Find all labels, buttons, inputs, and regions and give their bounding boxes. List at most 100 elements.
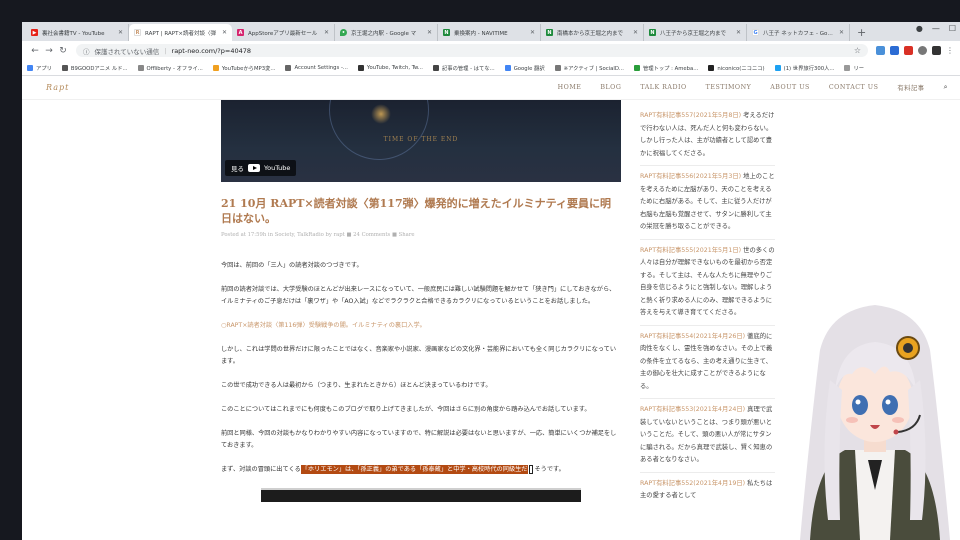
tab-appstore[interactable]: A AppStoreアプリ最新セール ✕ [232, 24, 335, 41]
menu-icon[interactable]: ⋮ [946, 46, 954, 55]
tab-title: RAPT | RAPT×読者対談〈弾 [145, 30, 217, 37]
sidebar-post-link[interactable]: RAPT有料記事555(2021年5月1日) [640, 247, 741, 254]
address-bar[interactable]: ⓘ 保護されていない通信 | rapt-neo.com/?p=40478 ☆ [76, 44, 868, 57]
paragraph: 前回と同様、今回の対談もかなりわかりやすい内容になっていますので、特に解説は必要… [221, 430, 617, 449]
divider [640, 398, 775, 399]
sidebar-post-link[interactable]: RAPT有料記事557(2021年5月8日) [640, 112, 741, 119]
bookmark-apps[interactable]: アプリ [27, 64, 52, 72]
bookmark-icon [212, 64, 219, 71]
maximize-icon[interactable]: ☐ [949, 24, 956, 33]
extension-icon[interactable] [904, 46, 913, 55]
paragraph: しかし、これは学問の世界だけに限ったことではなく、音楽家や小説家、漫画家などの文… [221, 346, 617, 365]
extension-icon[interactable] [890, 46, 899, 55]
tab-title: 南橋本から京王堀之内まで [557, 30, 624, 37]
video-embed[interactable]: TIME OF THE END 見る YouTube [221, 100, 621, 182]
bookmark-item[interactable]: YouTube, Twitch, Tw... [357, 64, 423, 71]
bookmark-item[interactable]: 管理トップ : Ameba... [633, 64, 698, 72]
site-header: Rapt HOME BLOG TALK RADIO TESTIMONY ABOU… [22, 76, 960, 100]
tab-maps[interactable]: • 京王堀之内駅 - Google マ ✕ [335, 24, 438, 41]
related-article-link[interactable]: ○RAPT×読者対談〈第116弾〉受験戦争の闇。イルミナティの裏口入学。 [221, 322, 426, 329]
search-icon[interactable]: ⌕ [944, 83, 948, 92]
nav-testimony[interactable]: TESTIMONY [706, 84, 752, 91]
article-title: 21 10月 RAPT×読者対談〈第117弾〉爆発的に増えたイルミナティ要員に明… [221, 196, 621, 226]
tab-title: 八王子から京王堀之内まで [660, 30, 727, 37]
nav-talk-radio[interactable]: TALK RADIO [640, 84, 686, 91]
bookmark-item[interactable]: YouTubeからMP3変... [212, 64, 275, 72]
extension-icon[interactable] [876, 46, 885, 55]
bookmark-item[interactable]: (1) 世界旅行300人... [774, 64, 834, 72]
paragraph: この世で成功できる人は最初から（つまり、生まれたときから）ほとんど決まっているわ… [221, 382, 492, 389]
nav-about-us[interactable]: ABOUT US [770, 84, 810, 91]
close-icon[interactable]: ✕ [427, 29, 432, 36]
bookmark-icon [137, 64, 144, 71]
bookmark-item[interactable]: Offliberty - オフライ... [137, 64, 203, 72]
close-icon[interactable]: ✕ [324, 29, 329, 36]
bookmark-item[interactable]: Account Settings -... [285, 64, 348, 71]
bookmark-item[interactable]: niconico(ニコニコ) [708, 64, 765, 72]
nav-blog[interactable]: BLOG [600, 84, 621, 91]
sidebar-post-link[interactable]: RAPT有料記事556(2021年5月3日) [640, 173, 741, 180]
nav-contact-us[interactable]: CONTACT US [829, 84, 879, 91]
close-icon[interactable]: ✕ [633, 29, 638, 36]
minimize-icon[interactable]: — [932, 24, 940, 33]
back-icon[interactable]: ← [28, 46, 42, 56]
nav-home[interactable]: HOME [558, 84, 582, 91]
bookmark-item[interactable]: B9GOODアニメ ルド... [61, 64, 128, 72]
profile-icon[interactable]: ● [916, 24, 923, 33]
bookmark-item[interactable]: 記事の管理 - はてな... [432, 64, 495, 72]
new-tab-button[interactable]: + [857, 24, 866, 41]
nav-paid-articles[interactable]: 有料記事 [897, 83, 924, 92]
article-body: 今回は、前回の「三人」の読者対談のつづきです。 前回の読者対談では、大学受験のほ… [221, 260, 621, 502]
info-icon[interactable]: ⓘ [83, 46, 90, 56]
tab-navitime-2[interactable]: N 南橋本から京王堀之内まで ✕ [541, 24, 644, 41]
window-controls: ● — ☐ [916, 24, 956, 33]
star-icon[interactable]: ☆ [854, 46, 861, 55]
character-avatar [800, 305, 950, 540]
sidebar-post[interactable]: RAPT有料記事554(2021年4月26日) 徹底的に肉性をなくし、霊性を強め… [640, 331, 775, 394]
sidebar-post-link[interactable]: RAPT有料記事553(2021年4月24日) [640, 406, 745, 413]
bookmarks-bar: アプリ B9GOODアニメ ルド... Offliberty - オフライ...… [22, 60, 960, 76]
close-icon[interactable]: ✕ [118, 29, 123, 36]
sidebar-post-link[interactable]: RAPT有料記事554(2021年4月26日) [640, 333, 745, 340]
bookmark-item[interactable]: ※アクティブ | SocialD... [554, 64, 624, 72]
maps-icon: • [340, 29, 347, 36]
bookmark-icon [708, 64, 715, 71]
sidebar: RAPT有料記事557(2021年5月8日) 考えるだけで行わない人は、死んだ人… [640, 110, 775, 508]
bookmark-item[interactable]: リー [844, 64, 864, 72]
tab-title: 京王堀之内駅 - Google マ [351, 30, 417, 37]
youtube-icon: ▶ [31, 29, 38, 36]
forward-icon[interactable]: → [42, 46, 56, 56]
extension-icon[interactable] [932, 46, 941, 55]
navitime-icon: N [443, 29, 450, 36]
watch-on-youtube-button[interactable]: 見る YouTube [225, 160, 297, 176]
tab-navitime-3[interactable]: N 八王子から京王堀之内まで ✕ [644, 24, 747, 41]
sidebar-post[interactable]: RAPT有料記事553(2021年4月24日) 真理で武装していないということは… [640, 404, 775, 467]
close-icon[interactable]: ✕ [839, 29, 844, 36]
url-text: rapt-neo.com/?p=40478 [171, 46, 252, 55]
reload-icon[interactable]: ↻ [56, 46, 70, 56]
tab-title: 八王子 ネットカフェ - Google [763, 30, 836, 37]
toolbar: ← → ↻ ⓘ 保護されていない通信 | rapt-neo.com/?p=404… [22, 41, 960, 60]
bookmark-icon [504, 64, 511, 71]
sidebar-post[interactable]: RAPT有料記事552(2021年4月19日) 私たちは主の愛する者として [640, 478, 775, 503]
tab-navitime-1[interactable]: N 乗換案内 - NAVITIME ✕ [438, 24, 541, 41]
navitime-icon: N [649, 29, 656, 36]
sidebar-post-link[interactable]: RAPT有料記事552(2021年4月19日) [640, 480, 745, 487]
bookmark-icon [554, 64, 561, 71]
sidebar-post[interactable]: RAPT有料記事557(2021年5月8日) 考えるだけで行わない人は、死んだ人… [640, 110, 775, 160]
bookmark-item[interactable]: Google 翻訳 [504, 64, 545, 72]
sidebar-post[interactable]: RAPT有料記事555(2021年5月1日) 世の多くの人々は自分が理解できない… [640, 245, 775, 320]
close-icon[interactable]: ✕ [222, 29, 227, 36]
tab-rapt[interactable]: R RAPT | RAPT×読者対談〈弾 ✕ [129, 24, 232, 41]
tab-youtube[interactable]: ▶ 裏社会書籍TV - YouTube ✕ [26, 24, 129, 41]
paragraph: まず、対談の冒頭に出てくる「ホリエモン」は、「孫正義」の弟である「孫泰蔵」と中学… [221, 464, 621, 476]
extension-icon[interactable] [918, 46, 927, 55]
site-logo[interactable]: Rapt [46, 83, 69, 92]
close-icon[interactable]: ✕ [736, 29, 741, 36]
close-icon[interactable]: ✕ [530, 29, 535, 36]
divider [640, 324, 775, 326]
tab-google[interactable]: G 八王子 ネットカフェ - Google ✕ [747, 24, 850, 41]
apps-icon [27, 64, 33, 71]
selected-text[interactable]: 「ホリエモン」は、「孫正義」の弟である「孫泰蔵」と中学・高校時代の同級生だ [300, 465, 529, 474]
sidebar-post[interactable]: RAPT有料記事556(2021年5月3日) 地上のことを考えるために左脳があり… [640, 171, 775, 234]
